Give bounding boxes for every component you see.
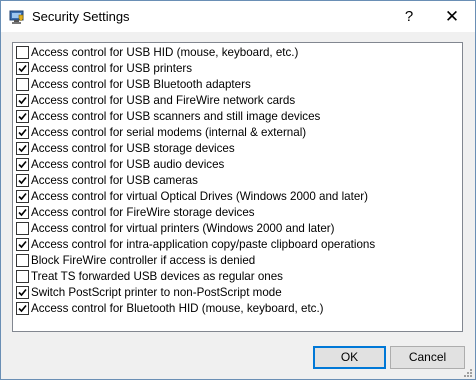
option-row[interactable]: Access control for USB scanners and stil…: [13, 109, 453, 125]
option-label: Access control for USB HID (mouse, keybo…: [31, 46, 299, 59]
option-label: Block FireWire controller if access is d…: [31, 254, 256, 267]
option-row[interactable]: Access control for USB cameras: [13, 173, 453, 189]
option-label: Access control for USB scanners and stil…: [31, 110, 321, 123]
option-row[interactable]: Treat TS forwarded USB devices as regula…: [13, 269, 453, 285]
option-label: Access control for Bluetooth HID (mouse,…: [31, 302, 324, 315]
checkbox-checked[interactable]: [16, 158, 29, 171]
ok-button[interactable]: OK: [313, 346, 386, 369]
checkbox-unchecked[interactable]: [16, 78, 29, 91]
checkbox-checked[interactable]: [16, 126, 29, 139]
checkbox-unchecked[interactable]: [16, 46, 29, 59]
option-label: Switch PostScript printer to non-PostScr…: [31, 286, 282, 299]
title-bar: Security Settings ? ✕: [1, 1, 475, 32]
options-list: Access control for USB HID (mouse, keybo…: [12, 42, 463, 332]
checkbox-unchecked[interactable]: [16, 254, 29, 267]
option-row[interactable]: Switch PostScript printer to non-PostScr…: [13, 285, 453, 301]
option-label: Access control for serial modems (intern…: [31, 126, 307, 139]
help-icon: ?: [404, 8, 414, 25]
checkbox-checked[interactable]: [16, 286, 29, 299]
option-label: Access control for USB cameras: [31, 174, 198, 187]
option-row[interactable]: Access control for USB printers: [13, 61, 453, 77]
option-row[interactable]: Access control for intra-application cop…: [13, 237, 453, 253]
close-icon: ✕: [444, 7, 460, 26]
checkbox-checked[interactable]: [16, 190, 29, 203]
checkbox-checked[interactable]: [16, 206, 29, 219]
option-label: Access control for virtual printers (Win…: [31, 222, 335, 235]
option-row[interactable]: Access control for serial modems (intern…: [13, 125, 453, 141]
option-row[interactable]: Access control for USB Bluetooth adapter…: [13, 77, 453, 93]
option-row[interactable]: Access control for virtual Optical Drive…: [13, 189, 453, 205]
checkbox-checked[interactable]: [16, 302, 29, 315]
checkbox-checked[interactable]: [16, 94, 29, 107]
help-button[interactable]: ?: [386, 1, 432, 32]
shield-computer-icon: [9, 9, 25, 25]
option-row[interactable]: Access control for Bluetooth HID (mouse,…: [13, 301, 453, 317]
option-row[interactable]: Access control for USB audio devices: [13, 157, 453, 173]
option-row[interactable]: Block FireWire controller if access is d…: [13, 253, 453, 269]
option-label: Treat TS forwarded USB devices as regula…: [31, 270, 283, 283]
option-label: Access control for USB Bluetooth adapter…: [31, 78, 251, 91]
checkbox-checked[interactable]: [16, 110, 29, 123]
option-row[interactable]: Access control for USB HID (mouse, keybo…: [13, 45, 453, 61]
window-title: Security Settings: [32, 9, 130, 24]
checkbox-unchecked[interactable]: [16, 270, 29, 283]
option-label: Access control for USB and FireWire netw…: [31, 94, 296, 107]
option-label: Access control for USB printers: [31, 62, 193, 75]
close-button[interactable]: ✕: [429, 1, 475, 32]
checkbox-checked[interactable]: [16, 174, 29, 187]
option-label: Access control for USB storage devices: [31, 142, 235, 155]
option-label: Access control for intra-application cop…: [31, 238, 376, 251]
option-label: Access control for FireWire storage devi…: [31, 206, 255, 219]
checkbox-checked[interactable]: [16, 142, 29, 155]
cancel-button[interactable]: Cancel: [390, 346, 465, 369]
option-row[interactable]: Access control for FireWire storage devi…: [13, 205, 453, 221]
option-label: Access control for USB audio devices: [31, 158, 225, 171]
resize-grip-icon[interactable]: [463, 367, 473, 377]
option-row[interactable]: Access control for virtual printers (Win…: [13, 221, 453, 237]
checkbox-checked[interactable]: [16, 62, 29, 75]
option-row[interactable]: Access control for USB storage devices: [13, 141, 453, 157]
option-label: Access control for virtual Optical Drive…: [31, 190, 368, 203]
checkbox-checked[interactable]: [16, 238, 29, 251]
security-settings-dialog: Security Settings ? ✕ Access control for…: [0, 0, 476, 380]
option-row[interactable]: Access control for USB and FireWire netw…: [13, 93, 453, 109]
checkbox-unchecked[interactable]: [16, 222, 29, 235]
